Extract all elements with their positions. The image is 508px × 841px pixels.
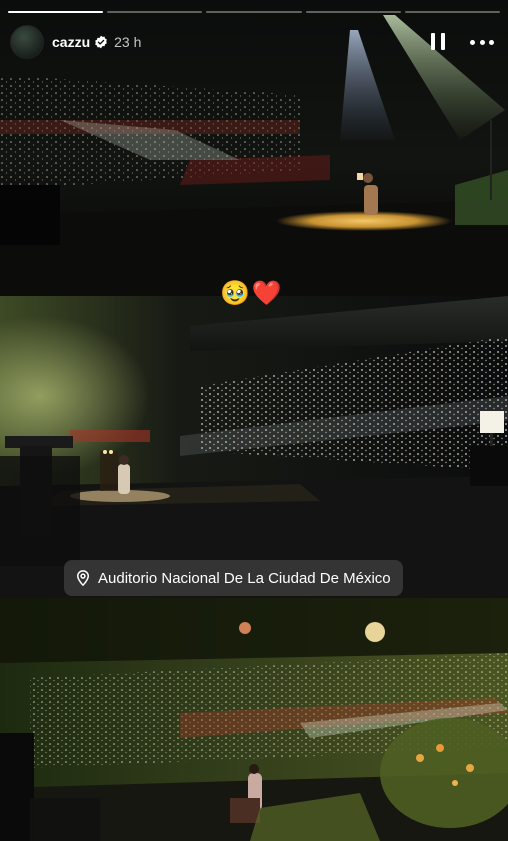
emoji-sticker: 🥹❤️ [220, 280, 284, 307]
more-options-icon[interactable] [470, 32, 494, 52]
location-label: Auditorio Nacional De La Ciudad De Méxic… [98, 569, 391, 587]
progress-segment [404, 11, 501, 13]
username[interactable]: cazzu [52, 34, 90, 50]
story-photo-2 [0, 296, 508, 598]
progress-segment [107, 11, 203, 13]
story-photo-3 [0, 598, 508, 841]
verified-badge-icon [95, 35, 107, 49]
story-header: cazzu 23 h [10, 24, 494, 60]
progress-segment [305, 11, 401, 13]
progress-segment [8, 11, 104, 13]
post-time: 23 h [114, 34, 142, 50]
avatar[interactable] [10, 25, 44, 59]
story-progress-bars [8, 11, 501, 13]
location-pin-icon [76, 570, 90, 587]
progress-segment [206, 11, 302, 13]
location-sticker[interactable]: Auditorio Nacional De La Ciudad De Méxic… [64, 560, 403, 596]
pause-icon[interactable] [428, 32, 448, 52]
